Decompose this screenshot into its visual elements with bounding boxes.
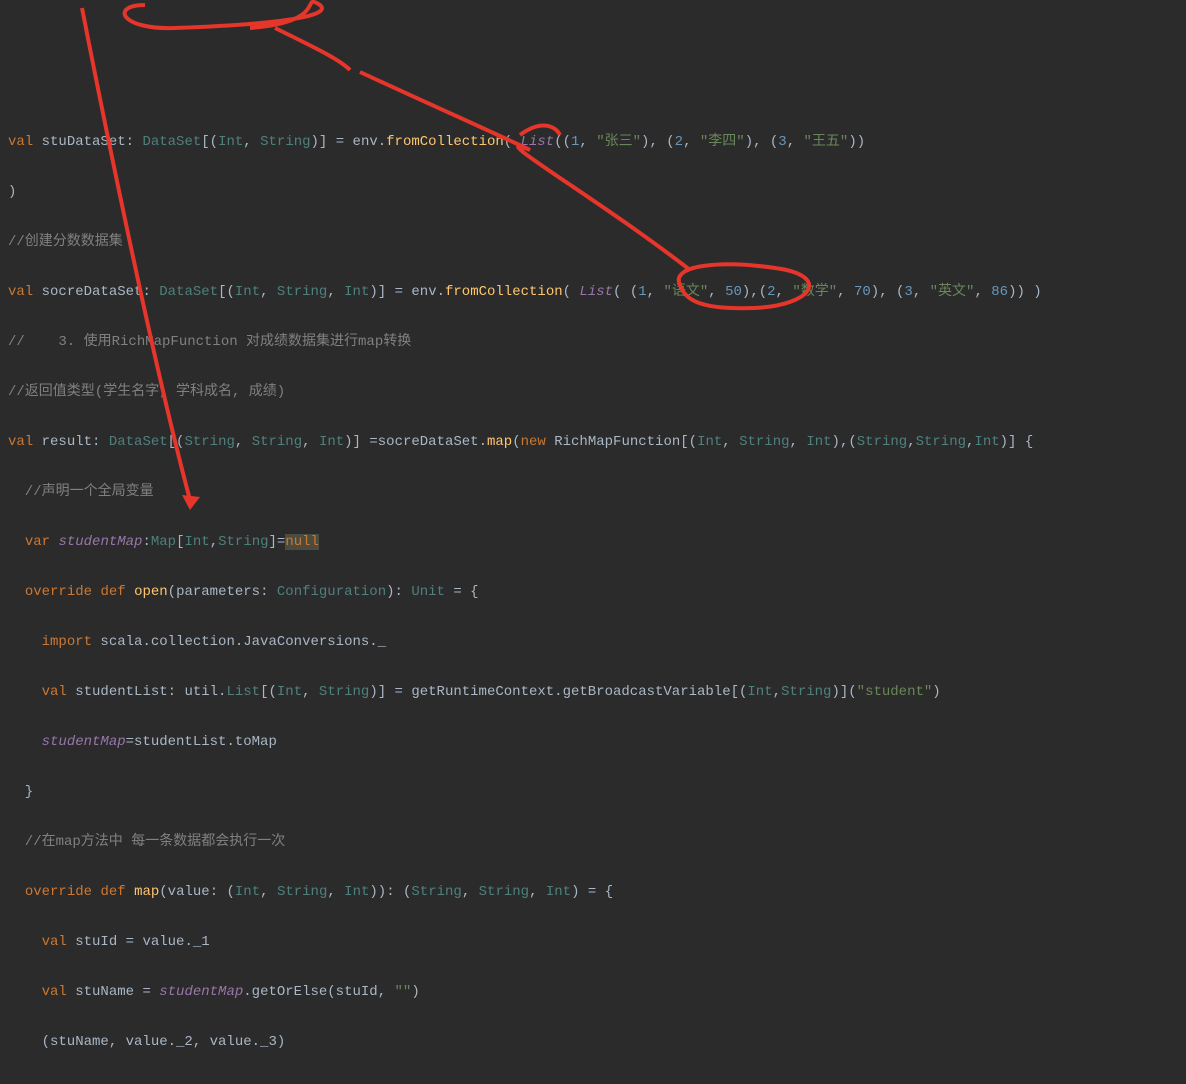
- code-line-20[interactable]: }: [8, 1080, 1178, 1084]
- code-line-2[interactable]: ): [8, 180, 1178, 205]
- code-line-1[interactable]: val stuDataSet: DataSet[(Int, String)] =…: [8, 130, 1178, 155]
- code-line-16[interactable]: override def map(value: (Int, String, In…: [8, 880, 1178, 905]
- code-line-3[interactable]: //创建分数数据集: [8, 230, 1178, 255]
- code-editor[interactable]: val stuDataSet: DataSet[(Int, String)] =…: [0, 100, 1186, 1084]
- code-line-14[interactable]: }: [8, 780, 1178, 805]
- code-line-19[interactable]: (stuName, value._2, value._3): [8, 1030, 1178, 1055]
- code-line-7[interactable]: val result: DataSet[(String, String, Int…: [8, 430, 1178, 455]
- code-line-12[interactable]: val studentList: util.List[(Int, String)…: [8, 680, 1178, 705]
- code-line-18[interactable]: val stuName = studentMap.getOrElse(stuId…: [8, 980, 1178, 1005]
- code-line-11[interactable]: import scala.collection.JavaConversions.…: [8, 630, 1178, 655]
- code-line-8[interactable]: //声明一个全局变量: [8, 480, 1178, 505]
- code-line-5[interactable]: // 3. 使用RichMapFunction 对成绩数据集进行map转换: [8, 330, 1178, 355]
- code-line-6[interactable]: //返回值类型(学生名字, 学科成名, 成绩): [8, 380, 1178, 405]
- code-line-13[interactable]: studentMap=studentList.toMap: [8, 730, 1178, 755]
- code-line-15[interactable]: //在map方法中 每一条数据都会执行一次: [8, 830, 1178, 855]
- code-line-17[interactable]: val stuId = value._1: [8, 930, 1178, 955]
- code-line-9[interactable]: var studentMap:Map[Int,String]=null: [8, 530, 1178, 555]
- code-line-4[interactable]: val socreDataSet: DataSet[(Int, String, …: [8, 280, 1178, 305]
- code-line-10[interactable]: override def open(parameters: Configurat…: [8, 580, 1178, 605]
